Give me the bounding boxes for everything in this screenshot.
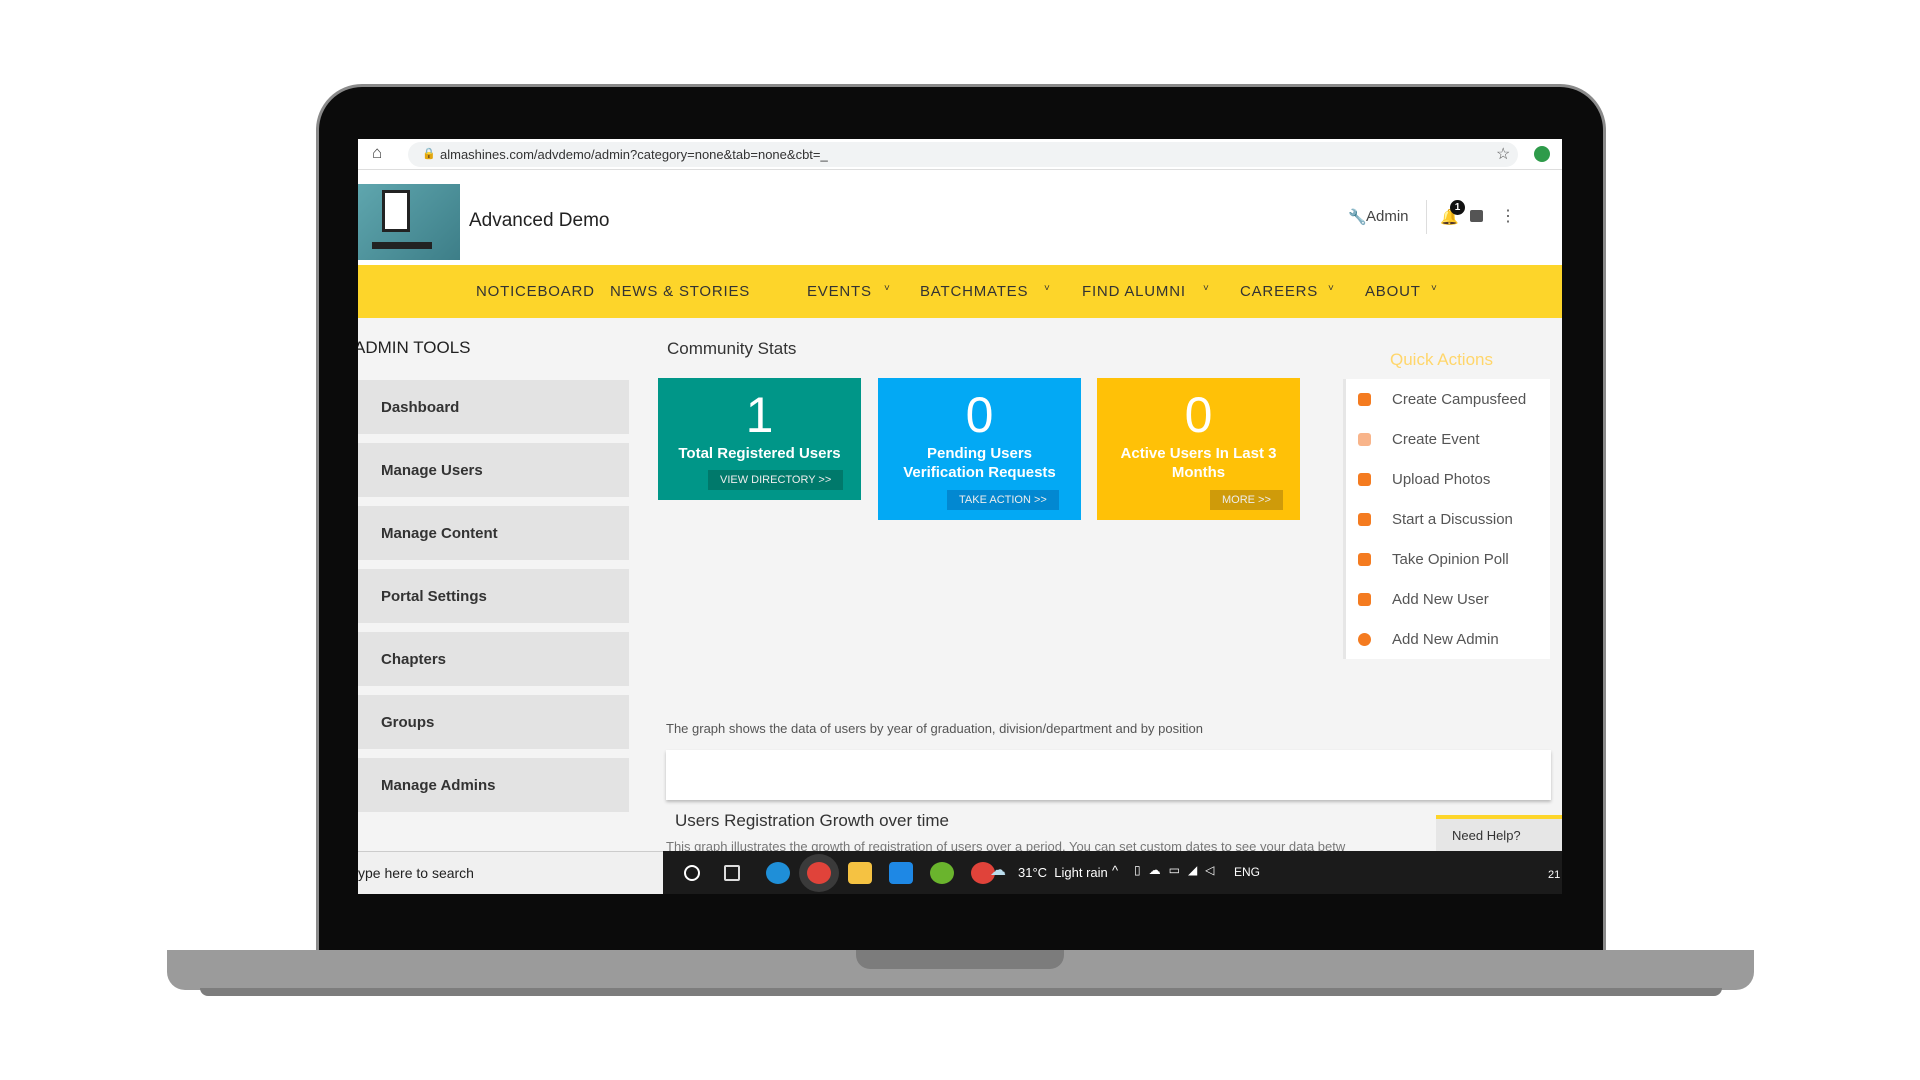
site-header: Advanced Demo 🔧 Admin 🔔 1 ⋮	[358, 170, 1562, 265]
nav-careers[interactable]: CAREERS	[1240, 283, 1318, 300]
calendar-icon	[1358, 433, 1371, 446]
campusfeed-icon	[1358, 393, 1371, 406]
url-text[interactable]: almashines.com/advdemo/admin?category=no…	[440, 147, 828, 162]
nav-news-stories[interactable]: NEWS & STORIES	[610, 283, 750, 300]
poll-icon	[1358, 553, 1371, 566]
language-indicator[interactable]: ENG	[1234, 865, 1260, 879]
growth-title: Users Registration Growth over time	[675, 811, 949, 830]
notification-badge: 1	[1450, 200, 1465, 215]
stat-label: Pending Users Verification Requests	[903, 445, 1056, 481]
windows-taskbar: ype here to search ☁ 31°C Light rain ^ ▯…	[358, 851, 1562, 894]
chevron-down-icon: ˅	[1431, 283, 1438, 294]
stat-label: Total Registered Users	[678, 445, 841, 462]
task-view-icon[interactable]	[724, 865, 740, 881]
camera-icon	[1358, 473, 1371, 486]
mail-icon[interactable]	[889, 862, 913, 884]
stat-card-registered: 1 Total Registered Users VIEW DIRECTORY …	[658, 378, 861, 500]
stat-value: 0	[1184, 387, 1213, 443]
more-button[interactable]: MORE >>	[1210, 490, 1283, 510]
nav-batchmates[interactable]: BATCHMATES	[920, 283, 1028, 300]
add-user-icon	[1358, 593, 1371, 606]
more-menu-icon[interactable]: ⋮	[1500, 206, 1516, 226]
star-icon[interactable]: ☆	[1496, 144, 1510, 164]
edge-icon[interactable]	[766, 862, 790, 884]
view-directory-button[interactable]: VIEW DIRECTORY >>	[708, 470, 844, 490]
weather-text[interactable]: 31°C Light rain	[1018, 865, 1108, 880]
nav-events[interactable]: EVENTS	[807, 283, 872, 300]
nav-find-alumni[interactable]: FIND ALUMNI	[1082, 283, 1186, 300]
weather-icon: ☁	[990, 862, 1006, 879]
laptop-notch	[856, 950, 1064, 969]
divider	[1426, 200, 1427, 234]
wrench-icon: 🔧	[1348, 209, 1367, 226]
graph-container	[666, 750, 1551, 800]
sidebar-item-manage-content[interactable]: Manage Content	[358, 506, 629, 560]
sidebar-item-portal-settings[interactable]: Portal Settings	[358, 569, 629, 623]
sidebar-item-manage-admins[interactable]: Manage Admins	[358, 758, 629, 812]
sidebar-item-groups[interactable]: Groups	[358, 695, 629, 749]
quick-actions-title: Quick Actions	[1390, 350, 1493, 369]
clock[interactable]: 21	[1548, 869, 1560, 881]
stats-title: Community Stats	[667, 339, 797, 358]
stat-card-active: 0 Active Users In Last 3 Months MORE >>	[1097, 378, 1300, 520]
chat-icon[interactable]	[1470, 210, 1483, 222]
stat-label: Active Users In Last 3 Months	[1120, 445, 1277, 481]
home-icon[interactable]: ⌂	[372, 143, 382, 163]
main-nav: NOTICEBOARD NEWS & STORIES EVENTS BATCHM…	[358, 265, 1562, 318]
lock-icon: 🔒	[422, 148, 436, 160]
utorrent-icon[interactable]	[930, 862, 954, 884]
site-logo[interactable]	[358, 184, 460, 260]
stat-value: 1	[745, 387, 774, 443]
nav-about[interactable]: ABOUT	[1365, 283, 1421, 300]
need-help-button[interactable]: Need Help?	[1436, 815, 1562, 851]
chevron-down-icon: ˅	[884, 283, 891, 294]
sidebar-item-manage-users[interactable]: Manage Users	[358, 443, 629, 497]
discussion-icon	[1358, 513, 1371, 526]
file-explorer-icon[interactable]	[848, 862, 872, 884]
admin-link[interactable]: Admin	[1366, 208, 1409, 225]
sidebar-title: ADMIN TOOLS	[358, 338, 471, 357]
chevron-down-icon: ˅	[1044, 283, 1051, 294]
quick-actions-panel: Create Campusfeed Create Event Upload Ph…	[1343, 379, 1550, 659]
nav-noticeboard[interactable]: NOTICEBOARD	[476, 283, 595, 300]
sidebar-item-dashboard[interactable]: Dashboard	[358, 380, 629, 434]
system-tray-icons[interactable]: ▯☁▭◢◁	[1134, 863, 1222, 877]
address-bar: ⌂ 🔒 almashines.com/advdemo/admin?categor…	[358, 139, 1562, 170]
extension-icon[interactable]	[1534, 146, 1550, 162]
site-title[interactable]: Advanced Demo	[469, 210, 609, 232]
graph-note: The graph shows the data of users by yea…	[666, 721, 1203, 736]
chrome-icon[interactable]	[807, 862, 831, 884]
chevron-down-icon: ˅	[1203, 283, 1210, 294]
cortana-icon[interactable]	[684, 865, 700, 881]
tray-chevron-icon[interactable]: ^	[1112, 863, 1118, 878]
chevron-down-icon: ˅	[1328, 283, 1335, 294]
add-admin-icon	[1358, 633, 1371, 646]
stat-card-pending: 0 Pending Users Verification Requests TA…	[878, 378, 1081, 520]
take-action-button[interactable]: TAKE ACTION >>	[947, 490, 1059, 510]
laptop-base-foot	[200, 988, 1722, 996]
screen: ⌂ 🔒 almashines.com/advdemo/admin?categor…	[358, 139, 1562, 894]
stat-value: 0	[965, 387, 994, 443]
taskbar-search[interactable]: ype here to search	[358, 851, 663, 894]
sidebar-item-chapters[interactable]: Chapters	[358, 632, 629, 686]
